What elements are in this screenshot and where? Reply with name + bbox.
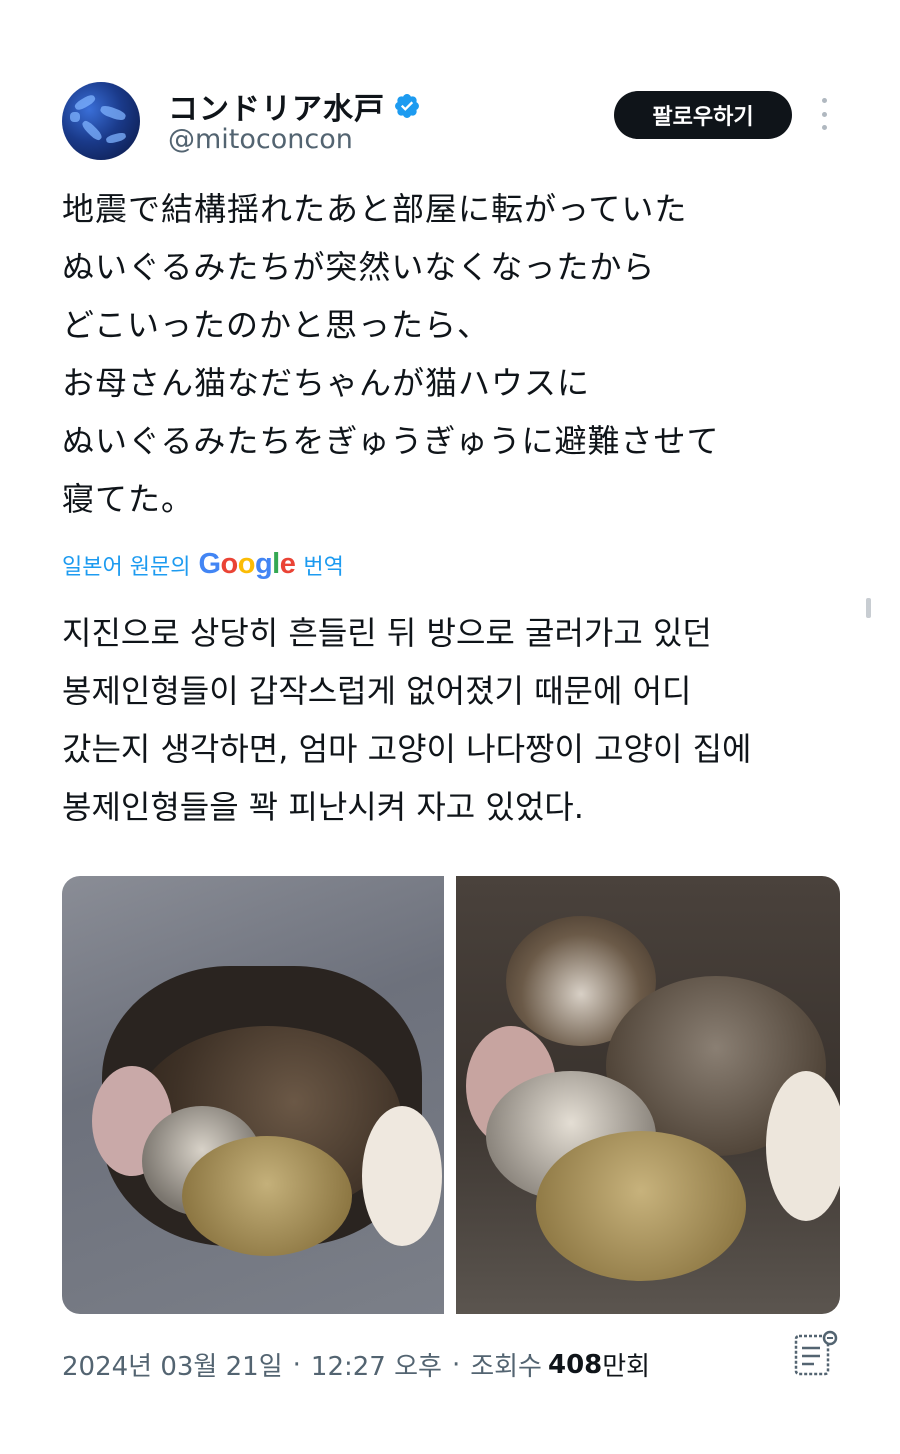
tweet-meta: 2024년 03월 21일 · 12:27 오후 · 조회수 408 만회 (62, 1346, 650, 1383)
author-handle[interactable]: @mitoconcon (168, 124, 353, 155)
avatar[interactable] (62, 82, 140, 160)
separator-dot: · (292, 1349, 301, 1380)
verified-badge-icon (395, 94, 419, 118)
translation-attribution[interactable]: 일본어 원문의 Google 번역 (62, 548, 344, 581)
tweet-date[interactable]: 2024년 03월 21일 (62, 1346, 283, 1383)
views-count: 408 (547, 1349, 603, 1380)
more-vertical-icon[interactable] (818, 98, 830, 130)
photo-cat-awake[interactable] (456, 876, 840, 1314)
author-name-row: コンドリア水戸 (168, 84, 421, 128)
author-display-name[interactable]: コンドリア水戸 (168, 84, 385, 128)
follow-button[interactable]: 팔로우하기 (614, 91, 792, 139)
translation-suffix: 번역 (303, 554, 344, 580)
google-logo: Google (198, 548, 296, 580)
separator-dot: · (451, 1349, 461, 1380)
translation-prefix: 일본어 원문의 (62, 554, 191, 580)
community-notes-icon[interactable] (792, 1330, 840, 1380)
views-label: 조회수 (470, 1352, 542, 1382)
views-unit: 만회 (602, 1352, 651, 1382)
tweet-text: 地震で結構揺れたあと部屋に転がっていた ぬいぐるみたちが突然いなくなったから ど… (62, 190, 720, 518)
tweet-time[interactable]: 12:27 오후 (311, 1346, 442, 1383)
translated-text: 지진으로 상당히 흔들린 뒤 방으로 굴러가고 있던 봉제인형들이 갑작스럽게 … (62, 614, 752, 826)
scrollbar-thumb[interactable] (866, 598, 871, 618)
photo-cat-sleeping[interactable] (62, 876, 444, 1314)
